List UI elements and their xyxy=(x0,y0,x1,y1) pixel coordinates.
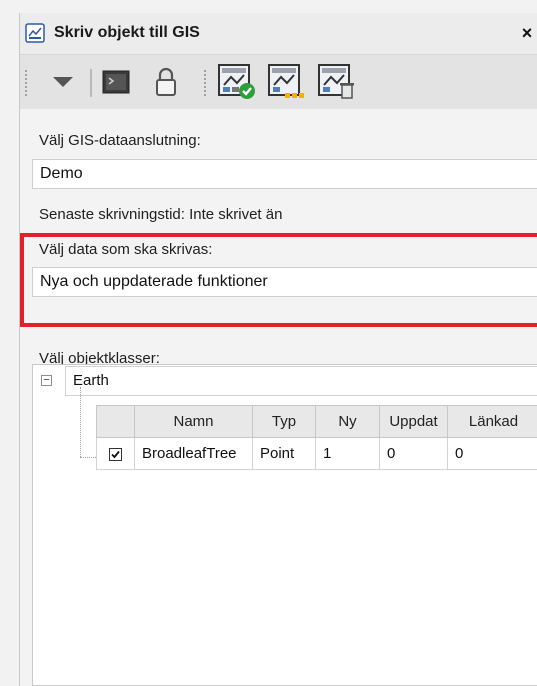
row-checkbox[interactable] xyxy=(109,447,122,461)
last-write-text: Senaste skrivningstid: Inte skrivet än xyxy=(39,206,283,223)
tree-connector xyxy=(80,387,81,457)
object-class-grid: Namn Typ Ny Uppdat Länkad BroadleafTree … xyxy=(96,405,537,470)
console-icon[interactable] xyxy=(100,65,132,99)
top-margin xyxy=(0,0,537,13)
tree-node-earth[interactable]: Earth xyxy=(65,366,537,396)
column-header-lankad[interactable]: Länkad xyxy=(447,405,537,438)
toolbar-separator xyxy=(90,69,92,97)
write-check-icon[interactable] xyxy=(216,64,258,99)
row-checkbox-cell[interactable] xyxy=(96,437,135,470)
cell-type: Point xyxy=(252,437,316,470)
dropdown-arrow-icon[interactable] xyxy=(50,65,76,99)
column-header-select[interactable] xyxy=(96,405,135,438)
app-icon xyxy=(25,23,45,43)
column-header-namn[interactable]: Namn xyxy=(134,405,253,438)
column-header-typ[interactable]: Typ xyxy=(252,405,316,438)
cell-updated: 0 xyxy=(379,437,448,470)
toolbar-grip[interactable] xyxy=(24,69,29,97)
column-header-uppdat[interactable]: Uppdat xyxy=(379,405,448,438)
write-delete-icon[interactable] xyxy=(316,64,358,99)
collapse-toggle[interactable]: − xyxy=(41,375,52,386)
toolbar-grip-2[interactable] xyxy=(203,69,208,97)
column-header-ny[interactable]: Ny xyxy=(315,405,380,438)
grid-header-row: Namn Typ Ny Uppdat Länkad xyxy=(96,405,537,438)
lock-icon[interactable] xyxy=(151,65,181,99)
tree-connector-h xyxy=(80,457,96,458)
dialog-content: Välj GIS-dataanslutning: Demo Senaste sk… xyxy=(20,109,537,686)
connection-label: Välj GIS-dataanslutning: xyxy=(39,132,201,149)
connection-select[interactable]: Demo xyxy=(32,159,537,189)
toolbar xyxy=(20,55,537,110)
cell-new: 1 xyxy=(315,437,380,470)
window-title: Skriv objekt till GIS xyxy=(54,24,200,41)
left-margin xyxy=(0,0,19,686)
close-button[interactable]: × xyxy=(518,22,536,44)
data-select-label: Välj data som ska skrivas: xyxy=(39,241,213,258)
dialog-window: Skriv objekt till GIS × Välj GIS-dataans… xyxy=(19,13,537,686)
checkmark-icon xyxy=(111,450,120,458)
write-update-icon[interactable] xyxy=(266,64,308,99)
table-row[interactable]: BroadleafTree Point 1 0 0 xyxy=(96,437,537,470)
data-select-dropdown[interactable]: Nya och uppdaterade funktioner xyxy=(32,267,537,297)
title-bar: Skriv objekt till GIS × xyxy=(20,13,537,55)
object-class-tree: − Earth Namn Typ Ny Uppdat Länkad Broadl… xyxy=(32,364,537,686)
cell-linked: 0 xyxy=(447,437,537,470)
cell-name: BroadleafTree xyxy=(134,437,253,470)
